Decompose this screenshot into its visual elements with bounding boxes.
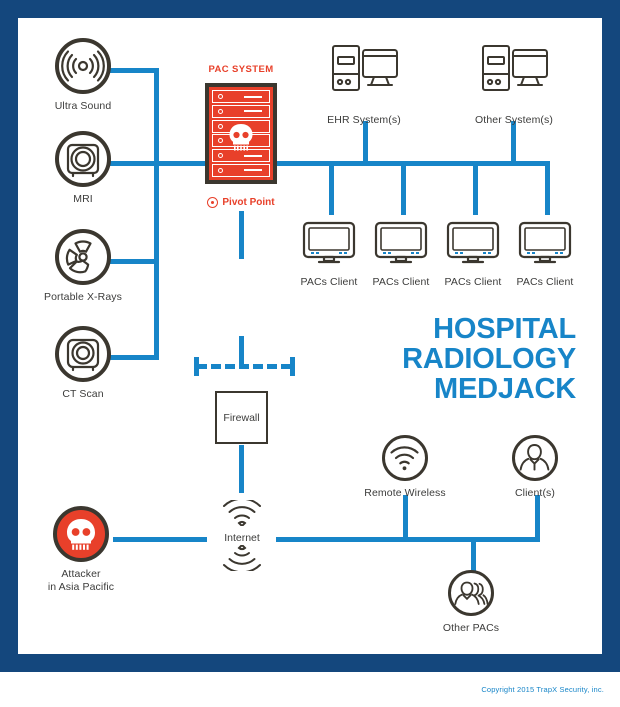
node-label: PACs Client: [444, 276, 502, 288]
connector-pacs-client-4-drop: [545, 161, 550, 215]
bay-led-icon: [218, 94, 223, 99]
connector-pacs-client-3-drop: [473, 161, 478, 215]
node-other-system[interactable]: Other System(s): [473, 44, 555, 127]
bay-slot-icon: [244, 110, 262, 113]
target-icon: [207, 197, 219, 208]
node-pacs-client-4[interactable]: PACs Client: [511, 221, 579, 289]
rack-bay: [212, 119, 270, 133]
node-label: MRI: [73, 193, 93, 205]
diagram-content: Ultra Sound MRI Portable X-Rays CT Scan …: [0, 0, 620, 707]
connector-ehr-riser: [363, 121, 368, 166]
wifi-icon-inverted: [223, 543, 261, 574]
node-label: PACs Client: [372, 276, 430, 288]
node-other-pacs[interactable]: Other PACs: [428, 570, 514, 635]
pivot-point-label: Pivot Point: [222, 197, 275, 208]
pivot-point-marker: Pivot Point: [178, 197, 304, 208]
node-firewall[interactable]: Firewall: [215, 391, 268, 444]
rack-bay: [212, 90, 270, 103]
bay-led-icon: [218, 108, 223, 114]
connector-remote-wireless-riser: [403, 495, 408, 542]
bay-led-icon: [218, 153, 223, 159]
infographic-canvas: Ultra Sound MRI Portable X-Rays CT Scan …: [0, 0, 620, 707]
connector-modality-bus: [154, 68, 159, 360]
node-ultra-sound[interactable]: Ultra Sound: [48, 38, 118, 113]
connector-pac-to-dashed: [239, 211, 244, 259]
person-icon: [512, 435, 558, 481]
rack-bay: [212, 149, 270, 163]
desktop-tower-icon: [332, 45, 398, 91]
bay-slot-icon: [244, 95, 262, 98]
connector-pac-down-to-dashed: [239, 336, 244, 366]
mri-icon: [55, 131, 111, 187]
monitor-icon: [518, 221, 572, 264]
node-portable-xrays[interactable]: Portable X-Rays: [40, 229, 126, 304]
ultrasound-icon: [55, 38, 111, 94]
node-mri[interactable]: MRI: [48, 131, 118, 206]
connector-pacs-client-2-drop: [401, 161, 406, 215]
node-ct-scan[interactable]: CT Scan: [48, 326, 118, 401]
copyright-text: Copyright 2015 TrapX Security, inc.: [481, 685, 604, 694]
desktop-tower-icon: [482, 45, 548, 91]
server-rack-icon: [205, 83, 277, 184]
internet-label: Internet: [224, 532, 260, 544]
connector-other-system-riser: [511, 121, 516, 166]
node-label: Other System(s): [475, 114, 553, 126]
ct-scan-icon: [55, 326, 111, 382]
people-group-icon: [448, 570, 494, 616]
rack-bay: [212, 134, 270, 148]
node-pacs-client-3[interactable]: PACs Client: [439, 221, 507, 289]
skull-icon: [53, 506, 109, 562]
monitor-icon: [302, 221, 356, 264]
bay-led-icon: [218, 138, 223, 144]
node-label: Ultra Sound: [54, 100, 112, 112]
monitor-icon: [374, 221, 428, 264]
connector-other-pacs-drop: [471, 537, 476, 572]
connector-pac-backbone: [275, 161, 549, 166]
headline-line-2: RADIOLOGY: [402, 343, 576, 375]
node-pacs-client-1[interactable]: PACs Client: [295, 221, 363, 289]
bay-led-icon: [218, 167, 223, 173]
node-label: PACs Client: [300, 276, 358, 288]
pac-system-title: PAC SYSTEM: [208, 64, 274, 75]
rack-bay: [212, 104, 270, 118]
monitor-icon: [446, 221, 500, 264]
node-label: EHR System(s): [327, 114, 401, 126]
connector-firewall-to-internet: [239, 445, 244, 493]
wifi-icon: [223, 497, 261, 528]
node-label: PACs Client: [516, 276, 574, 288]
node-label: Attacker in Asia Pacific: [47, 568, 115, 593]
node-label: Other PACs: [442, 622, 500, 634]
connector-internet-backbone: [276, 537, 540, 542]
node-clients[interactable]: Client(s): [492, 435, 578, 500]
bay-led-icon: [218, 123, 223, 129]
headline-line-3: MEDJACK: [434, 373, 576, 405]
connector-clients-riser: [535, 495, 540, 542]
node-internet[interactable]: Internet: [208, 497, 276, 576]
bay-slot-icon: [244, 154, 262, 157]
node-attacker[interactable]: Attacker in Asia Pacific: [34, 506, 128, 594]
page-title: HOSPITAL RADIOLOGY MEDJACK: [256, 314, 576, 404]
rack-bay: [212, 163, 270, 177]
node-label: Remote Wireless: [364, 487, 446, 499]
node-remote-wireless[interactable]: Remote Wireless: [359, 435, 451, 500]
connector-bus-to-pac: [154, 161, 207, 166]
node-pacs-client-2[interactable]: PACs Client: [367, 221, 435, 289]
node-pac-system[interactable]: [205, 83, 277, 184]
node-label: Portable X-Rays: [44, 291, 122, 303]
bay-slot-icon: [244, 169, 262, 172]
wifi-icon: [382, 435, 428, 481]
firewall-label: Firewall: [215, 391, 268, 444]
node-ehr-system[interactable]: EHR System(s): [326, 44, 402, 127]
radiation-icon: [55, 229, 111, 285]
headline-line-1: HOSPITAL: [433, 313, 576, 345]
node-label: CT Scan: [62, 388, 104, 400]
node-label: Client(s): [515, 487, 555, 499]
connector-pacs-client-1-drop: [329, 161, 334, 215]
